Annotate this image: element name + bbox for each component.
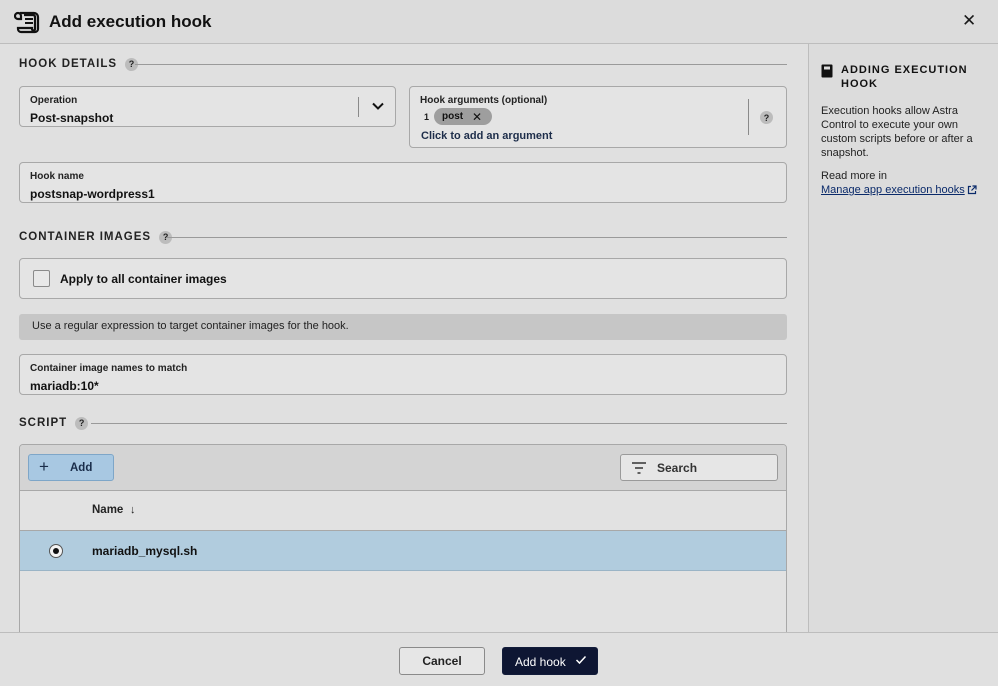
field-value: mariadb:10* — [30, 379, 99, 393]
sidebar-description: Execution hooks allow Astra Control to e… — [821, 105, 973, 159]
manage-hooks-link[interactable]: Manage app execution hooks — [821, 184, 965, 196]
button-label: Add hook — [515, 655, 566, 669]
checkmark-icon — [575, 655, 587, 665]
table-toolbar: + Add Search — [20, 445, 786, 491]
filter-icon — [632, 462, 646, 474]
help-sidebar: ADDING EXECUTION HOOK Execution hooks al… — [808, 44, 998, 632]
section-heading: SCRIPT — [19, 417, 68, 429]
read-more-text: Read more in — [821, 170, 888, 182]
field-label: Container image names to match — [30, 363, 188, 374]
script-name: mariadb_mysql.sh — [92, 544, 198, 558]
row-radio[interactable] — [49, 544, 63, 558]
argument-chip[interactable]: post ✕ — [434, 108, 492, 125]
section-script: SCRIPT ? — [19, 415, 89, 431]
field-label: Hook arguments (optional) — [420, 95, 548, 106]
container-image-match-field[interactable]: Container image names to match mariadb:1… — [19, 354, 787, 395]
table-row[interactable]: mariadb_mysql.sh — [20, 531, 786, 571]
plus-icon: + — [39, 457, 49, 476]
add-script-button[interactable]: + Add — [28, 454, 114, 481]
divider — [748, 99, 749, 135]
field-label: Hook name — [30, 171, 84, 182]
help-icon[interactable]: ? — [75, 416, 89, 430]
operation-select[interactable]: Operation Post-snapshot — [19, 86, 396, 127]
main-content: HOOK DETAILS ? Operation Post-snapshot H… — [0, 44, 808, 632]
section-container-images: CONTAINER IMAGES ? — [19, 229, 173, 245]
field-value: Post-snapshot — [30, 111, 114, 125]
search-button[interactable]: Search — [620, 454, 778, 481]
sort-arrow-down-icon[interactable]: ↓ — [130, 504, 136, 516]
chip-label: post — [442, 111, 464, 122]
field-value: postsnap-wordpress1 — [30, 187, 155, 201]
checkbox-label: Apply to all container images — [60, 272, 227, 286]
divider — [91, 423, 787, 424]
apply-all-container-images[interactable]: Apply to all container images — [19, 258, 787, 299]
add-hook-button[interactable]: Add hook — [502, 647, 598, 675]
apply-all-checkbox[interactable] — [33, 270, 50, 287]
sidebar-heading-line: ADDING EXECUTION — [841, 64, 968, 76]
external-link-icon[interactable] — [967, 185, 977, 195]
hook-arguments-field[interactable]: Hook arguments (optional) 1 post ✕ Click… — [409, 86, 787, 148]
dialog-footer: Cancel Add hook — [0, 632, 998, 686]
hook-name-field[interactable]: Hook name postsnap-wordpress1 — [19, 162, 787, 203]
divider — [358, 97, 359, 117]
remove-chip-icon[interactable]: ✕ — [472, 110, 482, 124]
section-heading: CONTAINER IMAGES — [19, 231, 152, 243]
cancel-button[interactable]: Cancel — [399, 647, 485, 675]
dialog-title: Add execution hook — [49, 12, 212, 31]
dialog-header: Add execution hook ✕ — [0, 0, 998, 44]
divider — [167, 237, 787, 238]
close-icon[interactable]: ✕ — [962, 12, 976, 30]
button-label: Add — [70, 462, 93, 474]
divider — [135, 64, 787, 65]
book-icon — [821, 64, 833, 78]
button-label: Search — [657, 461, 698, 475]
sidebar-heading-line: HOOK — [841, 78, 878, 90]
argument-index: 1 — [424, 112, 430, 122]
section-heading: HOOK DETAILS — [19, 58, 118, 70]
add-argument-link[interactable]: Click to add an argument — [421, 130, 552, 142]
field-label: Operation — [30, 95, 78, 106]
help-icon[interactable]: ? — [760, 111, 773, 124]
chevron-down-icon[interactable] — [371, 99, 385, 113]
info-banner: Use a regular expression to target conta… — [19, 314, 787, 340]
section-hook-details: HOOK DETAILS ? — [19, 56, 139, 72]
sidebar-heading: ADDING EXECUTION HOOK — [821, 63, 991, 91]
table-header: Name ↓ — [20, 491, 786, 531]
scroll-icon — [14, 11, 40, 34]
column-header-name[interactable]: Name — [92, 504, 123, 516]
script-table: + Add Search Name ↓ mariadb_mysql.sh — [19, 444, 787, 632]
